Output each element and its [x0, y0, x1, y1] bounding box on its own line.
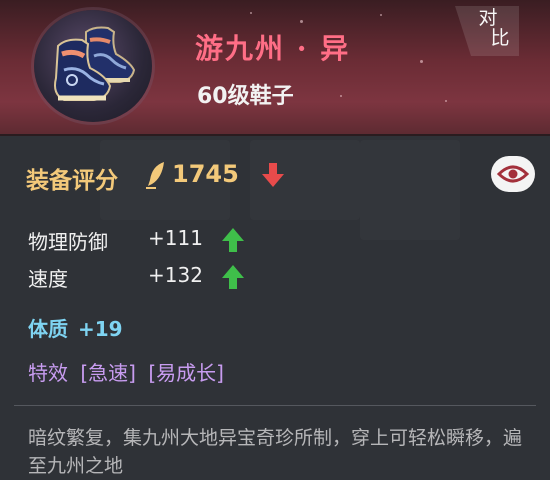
background-decoration [360, 140, 460, 240]
equipment-score-value: 1745 [172, 160, 239, 188]
down-arrow-icon [262, 163, 284, 187]
attribute-row: 体质 +19 [28, 313, 123, 342]
item-tooltip-panel: 游九州 · 异 60级鞋子 对 比 装备评分 1745 物理防御 +111 速度… [0, 0, 550, 480]
effects-label: 特效 [28, 361, 68, 385]
stat-value: +111 [148, 226, 203, 250]
effect-tag[interactable]: [急速] [80, 361, 136, 385]
equipment-score-label: 装备评分 [26, 168, 118, 194]
shoes-icon [54, 26, 136, 101]
stat-label: 物理防御 [28, 230, 108, 254]
effects-row: 特效 [急速] [易成长] [28, 357, 230, 386]
attribute-label: 体质 [28, 317, 68, 341]
attribute-value: +19 [78, 317, 123, 341]
item-name: 游九州 · 异 [195, 32, 351, 65]
up-arrow-icon [222, 265, 244, 289]
compare-button-label[interactable]: 对 比 [472, 8, 512, 48]
divider [14, 405, 536, 406]
eye-icon [497, 165, 529, 183]
stat-label: 速度 [28, 267, 68, 291]
item-description: 暗纹繁复，集九州大地异宝奇珍所制，穿上可轻松瞬移，遍至九州之地 [28, 427, 523, 477]
up-arrow-icon [222, 228, 244, 252]
effect-tag[interactable]: [易成长] [148, 361, 224, 385]
item-header: 游九州 · 异 60级鞋子 对 比 [0, 0, 550, 136]
stat-value: +132 [148, 263, 203, 287]
quill-icon [146, 162, 164, 189]
item-type: 60级鞋子 [197, 84, 294, 109]
item-icon-frame[interactable] [34, 10, 152, 122]
view-toggle-button[interactable] [491, 156, 535, 192]
